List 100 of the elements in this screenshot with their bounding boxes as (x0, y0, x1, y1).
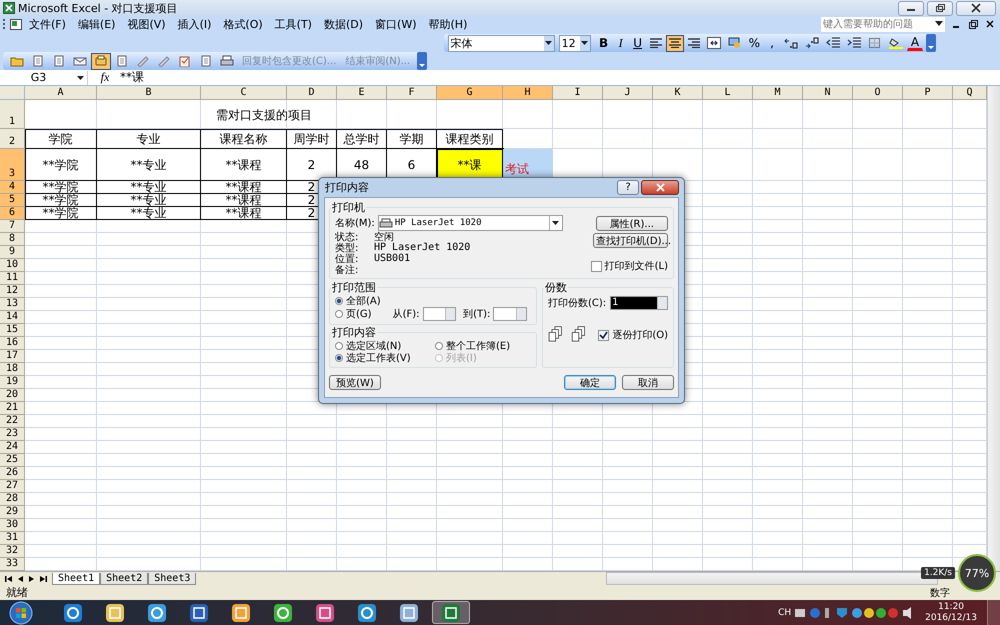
row-header[interactable]: 24 (0, 441, 25, 454)
first-sheet-icon[interactable] (4, 574, 13, 582)
column-header[interactable]: B (97, 86, 201, 100)
column-header[interactable]: I (553, 86, 603, 100)
row-header[interactable]: 14 (0, 311, 25, 324)
toolbar-options-icon[interactable] (926, 34, 936, 52)
row-header[interactable]: 18 (0, 363, 25, 376)
row-header[interactable]: 4 (0, 181, 25, 194)
row-header[interactable]: 12 (0, 285, 25, 298)
row-header[interactable]: 19 (0, 376, 25, 389)
dropdown-button[interactable] (548, 216, 562, 230)
sheet-tab[interactable]: Sheet2 (100, 572, 148, 584)
next-sheet-icon[interactable] (28, 574, 35, 582)
restore-button[interactable] (927, 0, 953, 16)
row-header[interactable]: 33 (0, 558, 25, 571)
row-header[interactable]: 6 (0, 207, 25, 220)
formula-field[interactable]: **课 (120, 69, 144, 86)
font-size-dropdown[interactable]: 12 (558, 34, 591, 52)
row-header[interactable]: 9 (0, 246, 25, 259)
column-header[interactable]: M (753, 86, 803, 100)
radio-option[interactable]: 整个工作簿(E) (435, 340, 535, 352)
radio-option[interactable]: 页(G) (335, 308, 372, 320)
language-indicator[interactable]: CH (778, 608, 792, 618)
row-header[interactable]: 28 (0, 493, 25, 506)
align-center-icon[interactable] (666, 34, 684, 52)
menu-item[interactable]: 格式(O) (217, 16, 269, 32)
row-header[interactable]: 22 (0, 415, 25, 428)
row-header[interactable]: 10 (0, 259, 25, 272)
column-header[interactable]: O (853, 86, 903, 100)
minimize-button[interactable] (898, 0, 924, 16)
close-button[interactable] (956, 0, 996, 16)
row-header[interactable]: 25 (0, 454, 25, 467)
font-color-button[interactable]: A (907, 36, 923, 50)
column-header[interactable]: A (25, 86, 97, 100)
row-header[interactable]: 32 (0, 545, 25, 558)
number-format-button[interactable]: , (764, 34, 780, 52)
row-header[interactable]: 7 (0, 220, 25, 233)
row-header[interactable]: 1 (0, 100, 25, 129)
close-button[interactable] (641, 180, 679, 195)
menu-item[interactable]: 数据(D) (318, 16, 370, 32)
toolbar-options-icon[interactable] (417, 52, 428, 70)
font-dropdown[interactable]: 宋体 (448, 34, 555, 52)
dialog-button[interactable]: 取消 (622, 375, 674, 390)
previous-sheet-icon[interactable] (17, 574, 24, 582)
dialog-button[interactable]: 确定 (564, 375, 616, 390)
row-header[interactable]: 21 (0, 402, 25, 415)
row-header[interactable]: 2 (0, 129, 25, 149)
column-header[interactable]: P (903, 86, 953, 100)
row-header[interactable]: 27 (0, 480, 25, 493)
row-header[interactable]: 13 (0, 298, 25, 311)
column-header[interactable]: E (337, 86, 387, 100)
underline-button[interactable]: U (630, 34, 646, 52)
row-header[interactable]: 3 (0, 149, 25, 181)
copies-field[interactable]: 1 (610, 296, 668, 310)
row-header[interactable]: 23 (0, 428, 25, 441)
find-printer-button[interactable]: 查找打印机(D)... (593, 233, 668, 248)
menu-item[interactable]: 视图(V) (121, 16, 172, 32)
row-header[interactable]: 30 (0, 519, 25, 532)
help-search-field[interactable]: 键入需要帮助的问题 (821, 16, 945, 32)
menu-item[interactable]: 工具(T) (268, 16, 318, 32)
insert-function-button[interactable]: fx (90, 70, 120, 85)
row-header[interactable]: 31 (0, 532, 25, 545)
row-header[interactable]: 8 (0, 233, 25, 246)
menu-item[interactable]: 窗口(W) (369, 16, 422, 32)
sheet-tab[interactable]: Sheet3 (148, 572, 196, 584)
row-header[interactable]: 26 (0, 467, 25, 480)
column-header[interactable]: G (437, 86, 503, 100)
vertical-scrollbar[interactable] (987, 86, 1000, 571)
name-box[interactable]: G3 (0, 70, 88, 84)
row-header[interactable]: 11 (0, 272, 25, 285)
last-sheet-icon[interactable] (39, 574, 48, 582)
column-header[interactable]: J (603, 86, 653, 100)
restore-button[interactable] (966, 17, 980, 31)
menu-item[interactable]: 插入(I) (172, 16, 218, 32)
row-header[interactable]: 17 (0, 350, 25, 363)
column-header[interactable]: C (201, 86, 287, 100)
number-format-button[interactable]: % (746, 34, 763, 52)
dropdown-button[interactable] (544, 36, 554, 50)
help-button[interactable]: ? (617, 180, 639, 195)
row-header[interactable]: 20 (0, 389, 25, 402)
radio-option[interactable]: 选定区域(N) (335, 340, 435, 352)
column-header[interactable]: L (703, 86, 753, 100)
clock[interactable]: 11:20 2016/12/13 (925, 602, 977, 624)
column-header[interactable]: F (387, 86, 437, 100)
print-to-file-checkbox[interactable]: 打印到文件(L) (590, 259, 668, 273)
radio-option[interactable]: 选定工作表(V) (335, 352, 435, 364)
from-page-field[interactable] (422, 307, 456, 321)
dialog-button[interactable]: 预览(W) (329, 375, 381, 390)
row-header[interactable]: 5 (0, 194, 25, 207)
radio-option[interactable]: 全部(A) (335, 295, 531, 307)
column-header[interactable]: K (653, 86, 703, 100)
row-header[interactable]: 16 (0, 337, 25, 350)
menu-item[interactable]: 编辑(E) (72, 16, 122, 32)
printer-dropdown[interactable]: HP LaserJet 1020 (378, 215, 563, 231)
column-header[interactable]: N (803, 86, 853, 100)
italic-button[interactable]: I (612, 34, 629, 52)
row-header[interactable]: 29 (0, 506, 25, 519)
menu-item[interactable]: 帮助(H) (422, 16, 474, 32)
menu-item[interactable]: 文件(F) (23, 16, 72, 32)
sheet-tab[interactable]: Sheet1 (52, 572, 100, 584)
